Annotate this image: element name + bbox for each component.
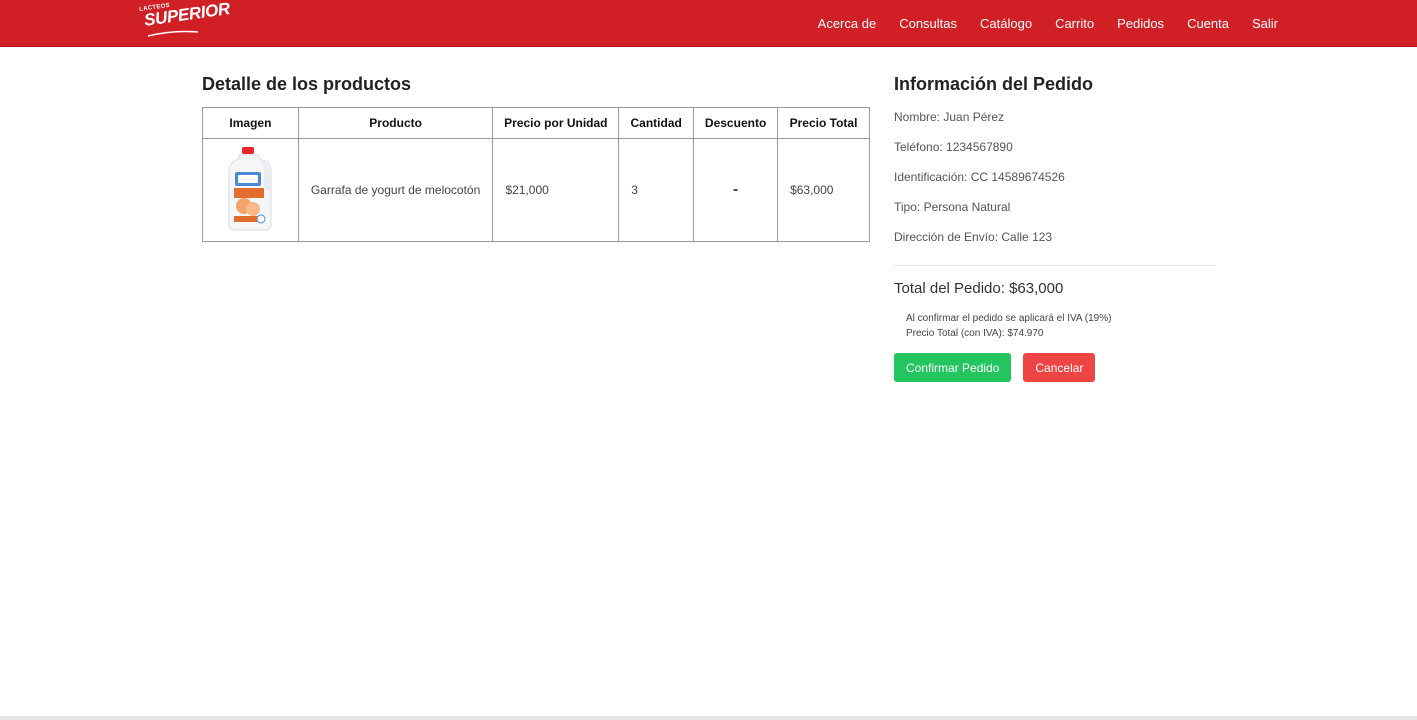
logo-swoosh-icon — [147, 30, 199, 37]
column-header-imagen: Imagen — [202, 107, 299, 139]
nav-link-consultas[interactable]: Consultas — [899, 16, 957, 31]
confirm-order-button[interactable]: Confirmar Pedido — [894, 353, 1012, 382]
table-row: Garrafa de yogurt de melocotón $21,000 3… — [202, 138, 870, 242]
order-info-panel: Información del Pedido Nombre: Juan Pére… — [894, 74, 1216, 382]
nav-link-catalogo[interactable]: Catálogo — [980, 16, 1032, 31]
nav-link-cuenta[interactable]: Cuenta — [1187, 16, 1229, 31]
main-nav: Acerca de Consultas Catálogo Carrito Ped… — [818, 0, 1278, 47]
total-price-cell: $63,000 — [777, 138, 870, 242]
section-divider — [894, 265, 1216, 266]
shipping-address: Dirección de Envío: Calle 123 — [894, 230, 1053, 244]
nav-link-pedidos[interactable]: Pedidos — [1117, 16, 1164, 31]
unit-price-cell: $21,000 — [492, 138, 620, 242]
column-header-producto: Producto — [297, 107, 494, 139]
customer-name: Nombre: Juan Pérez — [894, 110, 1005, 124]
action-buttons: Confirmar Pedido Cancelar — [894, 353, 1216, 382]
products-table: Imagen Producto Precio por Unidad Cantid… — [202, 107, 870, 242]
table-header-row: Imagen Producto Precio por Unidad Cantid… — [202, 107, 870, 139]
iva-note: Al confirmar el pedido se aplicará el IV… — [906, 313, 1112, 324]
products-title: Detalle de los productos — [202, 74, 412, 94]
column-header-precio-total: Precio Total — [777, 107, 870, 139]
column-header-cantidad: Cantidad — [618, 107, 695, 139]
quantity-cell: 3 — [618, 138, 695, 242]
cancel-button[interactable]: Cancelar — [1023, 353, 1096, 382]
discount-cell: - — [693, 138, 779, 242]
yogurt-jug-icon — [228, 146, 272, 230]
product-image-cell — [202, 138, 299, 242]
customer-type: Tipo: Persona Natural — [894, 200, 1011, 214]
nav-link-carrito[interactable]: Carrito — [1055, 16, 1094, 31]
nav-link-acerca-de[interactable]: Acerca de — [818, 16, 877, 31]
iva-total: Precio Total (con IVA): $74.970 — [906, 328, 1044, 339]
customer-phone: Teléfono: 1234567890 — [894, 140, 1013, 154]
customer-identification: Identificación: CC 14589674526 — [894, 170, 1065, 184]
bottom-scrollbar[interactable] — [0, 716, 1417, 720]
nav-link-salir[interactable]: Salir — [1252, 16, 1278, 31]
top-navbar: LACTEOS SUPERIOR Acerca de Consultas Cat… — [0, 0, 1417, 47]
brand-logo[interactable]: LACTEOS SUPERIOR — [139, 0, 231, 38]
order-info-title: Información del Pedido — [894, 74, 1094, 94]
column-header-descuento: Descuento — [693, 107, 779, 139]
order-total: Total del Pedido: $63,000 — [894, 280, 1064, 297]
product-name-cell: Garrafa de yogurt de melocotón — [297, 138, 494, 242]
column-header-precio-unidad: Precio por Unidad — [492, 107, 620, 139]
